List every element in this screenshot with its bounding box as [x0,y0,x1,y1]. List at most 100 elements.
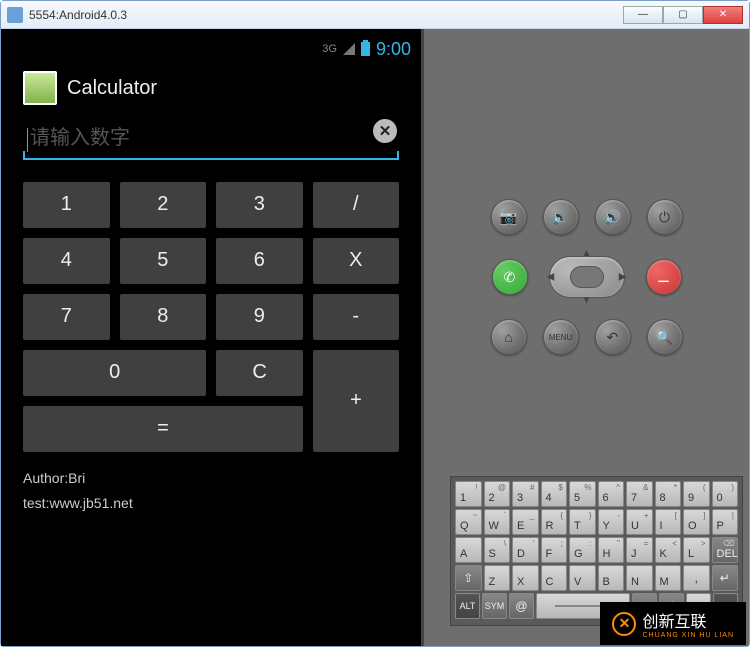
key-1[interactable]: 1 [23,182,110,228]
hw-key-a[interactable]: A [455,537,482,563]
app-title: Calculator [67,77,157,100]
key-3[interactable]: 3 [216,182,303,228]
hw-key-k[interactable]: K< [655,537,682,563]
signal-icon [343,43,355,55]
key-7[interactable]: 7 [23,294,110,340]
hw-key-,[interactable]: , [683,565,710,591]
hw-key-0[interactable]: 0) [712,481,739,507]
hw-key-n[interactable]: N [626,565,653,591]
key-divide[interactable]: / [313,182,400,228]
hw-key-4[interactable]: 4$ [541,481,568,507]
logo-text: 创新互联 [642,614,706,631]
minimize-button[interactable] [623,6,663,24]
hw-key-⇧[interactable]: ⇧ [455,565,482,591]
call-button[interactable]: ✆ [492,259,528,295]
hw-key-t[interactable]: T} [569,509,596,535]
hw-key-6[interactable]: 6^ [598,481,625,507]
hw-key-del[interactable]: DEL⌫ [712,537,739,563]
key-6[interactable]: 6 [216,238,303,284]
hw-key-z[interactable]: Z [484,565,511,591]
close-button[interactable] [703,6,743,24]
hw-key-u[interactable]: U+ [626,509,653,535]
app-icon [7,7,23,23]
hw-key-d[interactable]: D' [512,537,539,563]
hw-key-v[interactable]: V [569,565,596,591]
key-4[interactable]: 4 [23,238,110,284]
key-0[interactable]: 0 [23,350,206,396]
emulator-controls: 📷 🔈 🔊 ⏻ ✆ ▲ ▼ ◀ ▶ ⚊ [421,29,749,646]
logo-icon: ✕ [612,612,636,636]
key-minus[interactable]: - [313,294,400,340]
app-bar: Calculator [1,61,421,113]
volume-up-button[interactable]: 🔊 [595,199,631,235]
status-bar: 3G 9:00 [1,37,421,61]
hw-key-g[interactable]: G: [569,537,596,563]
hw-key-w[interactable]: W` [484,509,511,535]
home-button[interactable]: ⌂ [491,319,527,355]
dpad-left[interactable]: ◀ [547,272,555,283]
key-multiply[interactable]: X [313,238,400,284]
hw-key-↵[interactable]: ↵ [712,565,739,591]
hw-key-alt[interactable]: ALT [455,593,480,619]
input-placeholder: 请输入数字 [30,127,130,149]
hw-key-h[interactable]: H" [598,537,625,563]
hw-key-9[interactable]: 9( [683,481,710,507]
dpad-down[interactable]: ▼ [582,295,592,306]
key-2[interactable]: 2 [120,182,207,228]
dpad[interactable]: ▲ ▼ ◀ ▶ [544,247,630,307]
key-5[interactable]: 5 [120,238,207,284]
hw-key-c[interactable]: C [541,565,568,591]
hw-key-8[interactable]: 8* [655,481,682,507]
hw-key-p[interactable]: P| [712,509,739,535]
hw-key-j[interactable]: J= [626,537,653,563]
key-8[interactable]: 8 [120,294,207,340]
camera-button[interactable]: 📷 [491,199,527,235]
hw-key-e[interactable]: E_ [512,509,539,535]
back-button[interactable]: ↶ [595,319,631,355]
hw-key-y[interactable]: Y- [598,509,625,535]
battery-icon [361,42,370,56]
test-text: test:www.jb51.net [1,491,421,516]
hw-key-q[interactable]: Q~ [455,509,482,535]
key-9[interactable]: 9 [216,294,303,340]
hw-key-i[interactable]: I[ [655,509,682,535]
hw-key-s[interactable]: S\ [484,537,511,563]
maximize-button[interactable] [663,6,703,24]
menu-button[interactable]: MENU [543,319,579,355]
dpad-up[interactable]: ▲ [582,248,592,259]
watermark-logo: ✕ 创新互联 CHUANG XIN HU LIAN [600,602,746,645]
number-input[interactable]: 请输入数字 ✕ [23,117,399,160]
dpad-center[interactable] [570,266,604,288]
hw-key-@[interactable]: @ [509,593,534,619]
hw-key-m[interactable]: M [655,565,682,591]
hw-key-7[interactable]: 7& [626,481,653,507]
calculator-app-icon [23,71,57,105]
hw-key-o[interactable]: O] [683,509,710,535]
key-clear[interactable]: C [216,350,303,396]
clear-input-button[interactable]: ✕ [373,119,397,143]
hw-key-b[interactable]: B [598,565,625,591]
author-text: Author:Bri [1,466,421,491]
keypad: 1 2 3 / 4 5 6 X 7 8 9 - [1,164,421,466]
search-button[interactable]: 🔍 [647,319,683,355]
volume-down-button[interactable]: 🔈 [543,199,579,235]
hw-key-5[interactable]: 5% [569,481,596,507]
window-buttons [623,6,743,24]
power-button[interactable]: ⏻ [647,199,683,235]
dpad-right[interactable]: ▶ [619,272,627,283]
hw-key-r[interactable]: R{ [541,509,568,535]
hw-key-f[interactable]: F; [541,537,568,563]
key-equals[interactable]: = [23,406,303,452]
hw-key-sym[interactable]: SYM [482,593,507,619]
hw-key-2[interactable]: 2@ [484,481,511,507]
end-call-button[interactable]: ⚊ [646,259,682,295]
hw-key-3[interactable]: 3# [512,481,539,507]
hw-key-1[interactable]: 1! [455,481,482,507]
hw-key-x[interactable]: X [512,565,539,591]
key-plus[interactable]: + [313,350,399,452]
device-screen: 3G 9:00 Calculator 请输入数字 ✕ 1 2 3 / [1,29,421,646]
titlebar: 5554:Android4.0.3 [1,1,749,29]
hw-key-l[interactable]: L> [683,537,710,563]
logo-subtext: CHUANG XIN HU LIAN [642,632,734,639]
emulator-window: 5554:Android4.0.3 3G 9:00 Calculator 请输入… [0,0,750,647]
